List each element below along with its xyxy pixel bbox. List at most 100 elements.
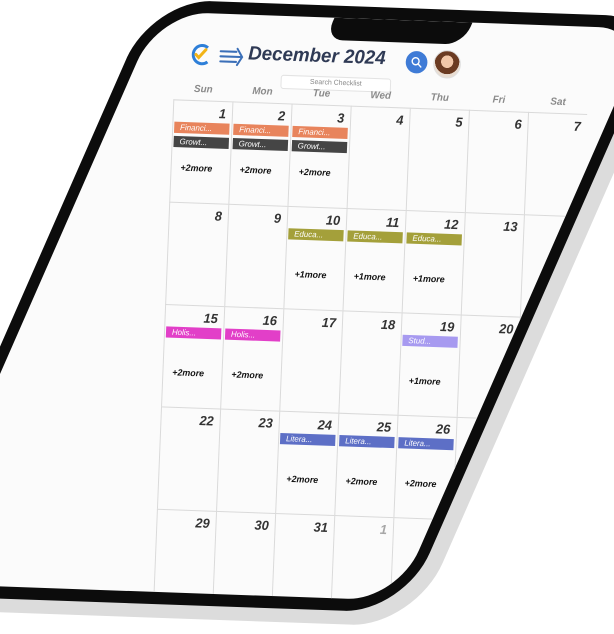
event-chip[interactable]: Educa... bbox=[347, 230, 403, 244]
day-number: 29 bbox=[195, 515, 210, 531]
day-number: 22 bbox=[199, 412, 215, 429]
day-cell[interactable]: 30 bbox=[211, 510, 276, 601]
weekday-label: Sun bbox=[193, 83, 213, 96]
day-number: 25 bbox=[376, 419, 392, 435]
day-number: 17 bbox=[321, 314, 337, 331]
day-cell[interactable]: 19 bbox=[397, 312, 461, 417]
day-cell[interactable]: 29 bbox=[152, 508, 217, 601]
weekday-label: Wed bbox=[370, 90, 392, 102]
weekday-label: Mon bbox=[252, 85, 273, 98]
day-cell[interactable]: 11 bbox=[342, 207, 406, 313]
more-events-link[interactable]: +1more bbox=[294, 269, 326, 280]
more-events-link[interactable]: +2more bbox=[345, 476, 377, 487]
day-cell[interactable]: 28 bbox=[511, 418, 575, 524]
event-chip[interactable]: Holis... bbox=[165, 326, 222, 340]
day-cell[interactable]: 26 bbox=[393, 414, 457, 520]
day-cell[interactable]: 8 bbox=[165, 201, 229, 307]
day-cell[interactable]: 18 bbox=[338, 310, 402, 415]
day-cell[interactable]: 12 bbox=[401, 210, 465, 315]
search-button[interactable] bbox=[405, 50, 428, 74]
month-title: December 2024 bbox=[247, 43, 387, 70]
day-number: 16 bbox=[262, 312, 278, 329]
day-number: 20 bbox=[498, 320, 514, 337]
day-cell[interactable]: 3 bbox=[448, 519, 512, 601]
day-number: 26 bbox=[435, 421, 451, 437]
day-number: 4 bbox=[556, 528, 565, 544]
day-number: 8 bbox=[214, 208, 223, 224]
day-cell[interactable]: 6 bbox=[464, 109, 529, 215]
phone-screen: December 2024 Search Checklist Sun Mon Tue… bbox=[0, 11, 614, 601]
event-chip[interactable]: Litera... bbox=[339, 435, 395, 449]
weekday-label: Tue bbox=[312, 88, 331, 100]
day-number: 23 bbox=[258, 414, 274, 431]
day-cell[interactable]: 4 bbox=[346, 105, 410, 211]
event-chip[interactable]: Educa... bbox=[406, 232, 462, 246]
day-number: 18 bbox=[380, 316, 396, 333]
weekday-label: Sat bbox=[550, 96, 566, 109]
day-number: 9 bbox=[273, 210, 282, 226]
event-chip[interactable]: Financi... bbox=[173, 121, 230, 135]
day-number: 30 bbox=[254, 517, 270, 534]
event-chip[interactable]: Growt... bbox=[291, 140, 348, 154]
event-chip[interactable]: Growt... bbox=[173, 135, 230, 149]
more-events-link[interactable]: +2more bbox=[404, 478, 436, 489]
day-cell[interactable]: 1 bbox=[330, 515, 394, 601]
event-chip[interactable]: Stud... bbox=[402, 334, 458, 348]
day-cell[interactable]: 4 bbox=[507, 521, 571, 601]
day-cell[interactable]: 31 bbox=[271, 512, 335, 601]
day-number: 3 bbox=[497, 525, 506, 542]
day-cell[interactable]: 25 bbox=[334, 412, 398, 518]
more-events-link[interactable]: +2more bbox=[299, 167, 331, 178]
phone-frame: December 2024 Search Checklist Sun Mon Tue… bbox=[0, 0, 614, 613]
day-number: 19 bbox=[439, 318, 455, 335]
day-number: 10 bbox=[325, 212, 341, 229]
more-events-link[interactable]: +2more bbox=[172, 367, 204, 378]
day-cell[interactable]: 5 bbox=[405, 107, 469, 213]
user-avatar[interactable] bbox=[432, 49, 462, 80]
more-events-link[interactable]: +1more bbox=[409, 376, 441, 387]
day-cell[interactable]: 23 bbox=[216, 408, 280, 513]
day-cell[interactable]: 22 bbox=[156, 406, 221, 511]
more-events-link[interactable]: +1more bbox=[354, 271, 386, 282]
event-chip[interactable]: Financi... bbox=[292, 125, 348, 139]
day-cell[interactable]: 17 bbox=[279, 308, 343, 413]
day-number: 6 bbox=[514, 116, 522, 132]
event-chip[interactable]: Educa... bbox=[288, 228, 344, 242]
event-chip[interactable]: Growt... bbox=[232, 137, 289, 152]
day-number: 13 bbox=[502, 218, 518, 235]
more-events-link[interactable]: +2more bbox=[239, 165, 271, 176]
more-events-link[interactable]: +2more bbox=[180, 162, 212, 173]
weekday-label: Fri bbox=[492, 94, 506, 106]
day-number: 15 bbox=[203, 310, 219, 327]
day-cell[interactable]: 24 bbox=[275, 410, 339, 516]
day-cell[interactable]: 3 bbox=[287, 103, 351, 208]
day-number: 31 bbox=[313, 519, 329, 536]
day-number: 1 bbox=[379, 521, 388, 538]
event-chip[interactable]: Litera... bbox=[279, 432, 336, 447]
day-number: 11 bbox=[385, 214, 400, 231]
day-cell[interactable]: 2 bbox=[228, 101, 292, 206]
day-number: 3 bbox=[336, 110, 345, 126]
day-cell[interactable]: 10 bbox=[283, 205, 347, 311]
calendar-app: December 2024 Search Checklist Sun Mon Tue… bbox=[8, 12, 588, 601]
day-cell[interactable]: 13 bbox=[460, 212, 524, 317]
day-cell[interactable]: 7 bbox=[523, 111, 588, 217]
day-number: 7 bbox=[573, 118, 582, 135]
day-number: 1 bbox=[218, 106, 227, 122]
menu-icon[interactable] bbox=[218, 46, 244, 67]
day-number: 4 bbox=[395, 112, 404, 128]
day-number: 21 bbox=[557, 323, 573, 339]
event-chip[interactable]: Financi... bbox=[233, 123, 289, 137]
more-events-link[interactable]: +2more bbox=[231, 369, 263, 380]
day-cell[interactable]: 16 bbox=[220, 306, 284, 411]
event-chip[interactable]: Litera... bbox=[398, 437, 454, 451]
day-number: 5 bbox=[455, 114, 463, 130]
more-events-link[interactable]: +2more bbox=[286, 474, 318, 485]
event-chip[interactable]: Holis... bbox=[224, 328, 281, 342]
day-cell[interactable]: 1 bbox=[169, 99, 233, 204]
day-cell[interactable]: 9 bbox=[224, 203, 288, 309]
day-cell[interactable]: 15 bbox=[161, 304, 225, 409]
weekday-label: Thu bbox=[430, 92, 450, 104]
more-events-link[interactable]: +1more bbox=[413, 273, 445, 284]
day-number: 12 bbox=[443, 216, 459, 233]
